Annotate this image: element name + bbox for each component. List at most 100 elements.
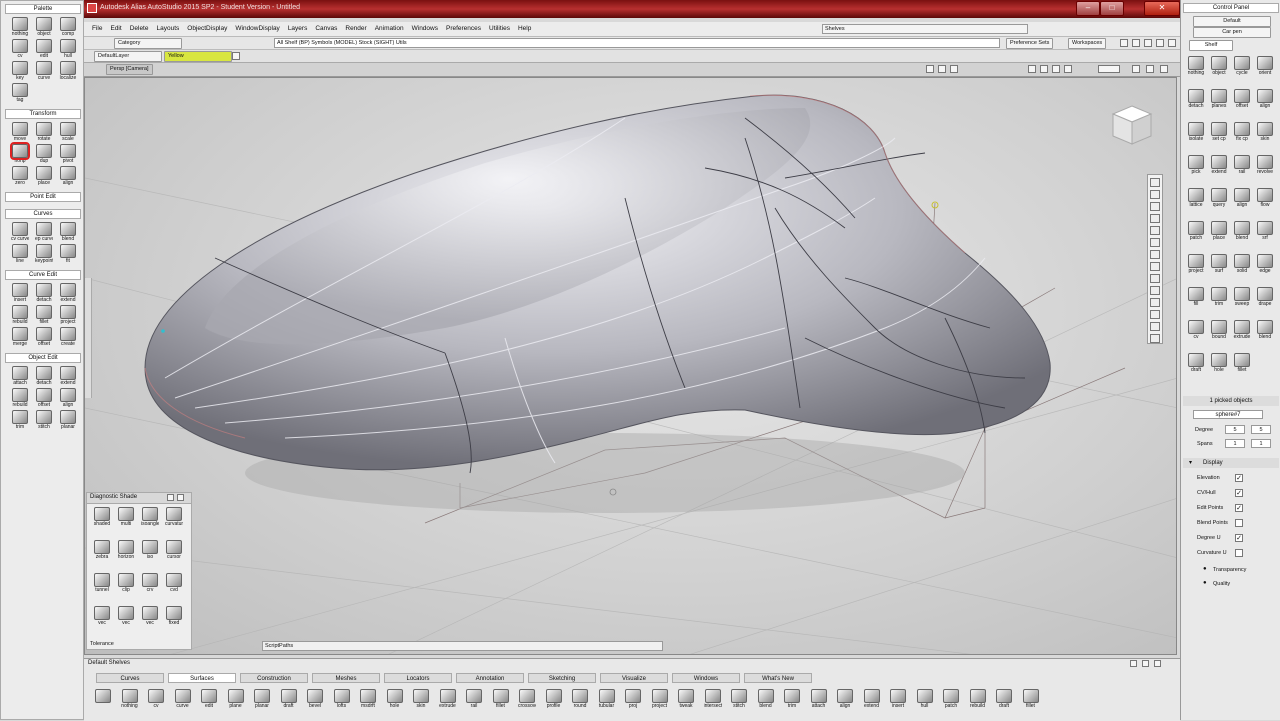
toolbox-field[interactable]: All Shelf (BP) Symbols (MODEL) Stock (SI… bbox=[274, 38, 1000, 48]
tool-button[interactable]: edit bbox=[200, 689, 218, 709]
tool-button[interactable]: comp bbox=[59, 17, 77, 37]
tool-button[interactable]: trim bbox=[11, 410, 29, 430]
degree-v[interactable]: 5 bbox=[1251, 425, 1271, 434]
view-tool-icon[interactable] bbox=[1150, 178, 1160, 187]
tool-button[interactable]: curve bbox=[174, 689, 192, 709]
tool-button[interactable]: isolate bbox=[1187, 122, 1205, 142]
tool-button[interactable]: cv bbox=[147, 689, 165, 709]
tool-button[interactable]: rail bbox=[1233, 155, 1251, 175]
tool-button[interactable]: vec bbox=[117, 606, 135, 626]
tool-button[interactable]: scale bbox=[59, 122, 77, 142]
display-checkbox[interactable]: ✓ bbox=[1235, 534, 1243, 542]
tool-button[interactable]: keypoint bbox=[35, 244, 53, 264]
menu-item[interactable]: Utilities bbox=[485, 22, 514, 36]
palette-group-header[interactable]: Object Edit bbox=[5, 353, 81, 363]
palette-group-header[interactable]: Point Edit bbox=[5, 192, 81, 202]
tool-button[interactable]: round bbox=[571, 689, 589, 709]
menu-item[interactable]: ObjectDisplay bbox=[183, 22, 231, 36]
minimize-button[interactable]: – bbox=[1076, 1, 1100, 16]
menu-item[interactable]: Layers bbox=[284, 22, 312, 36]
tool-button[interactable]: nothing bbox=[11, 17, 29, 37]
tool-button[interactable]: dup bbox=[35, 144, 53, 164]
tool-button[interactable]: create bbox=[59, 327, 77, 347]
tool-button[interactable]: align bbox=[836, 689, 854, 709]
tool-button[interactable]: tubular bbox=[598, 689, 616, 709]
tool-button[interactable]: nothing bbox=[121, 689, 139, 709]
view-tool-icon[interactable] bbox=[1150, 238, 1160, 247]
tool-button[interactable]: hull bbox=[59, 39, 77, 59]
view-cube[interactable] bbox=[1109, 102, 1155, 148]
tool-button[interactable]: skin bbox=[1256, 122, 1274, 142]
tool-button[interactable]: cursor bbox=[165, 540, 183, 560]
tool-button[interactable]: vec bbox=[141, 606, 159, 626]
shelf-tab[interactable]: Shelf bbox=[1189, 40, 1233, 51]
tool-button[interactable]: shaded bbox=[93, 507, 111, 527]
tool-button[interactable]: detach bbox=[35, 283, 53, 303]
menu-item[interactable]: Animation bbox=[371, 22, 408, 36]
tool-button[interactable]: extrude bbox=[1233, 320, 1251, 340]
palette-group-header[interactable]: Curve Edit bbox=[5, 270, 81, 280]
tool-button[interactable]: offset bbox=[1233, 89, 1251, 109]
tool-button[interactable]: lofts bbox=[333, 689, 351, 709]
layout-icon-3[interactable] bbox=[1144, 39, 1152, 47]
tool-button[interactable]: cv curve bbox=[11, 222, 29, 242]
layout-icon-5[interactable] bbox=[1168, 39, 1176, 47]
shelf-tab-item[interactable]: Sketching bbox=[528, 673, 596, 683]
tool-button[interactable]: object bbox=[1210, 56, 1228, 76]
view-tool-icon[interactable] bbox=[1150, 262, 1160, 271]
palette-group-header[interactable]: Transform bbox=[5, 109, 81, 119]
tool-button[interactable]: intersect bbox=[704, 689, 722, 709]
tool-button[interactable]: cv bbox=[1187, 320, 1205, 340]
tool-button[interactable]: rail bbox=[465, 689, 483, 709]
layout-icon-2[interactable] bbox=[1132, 39, 1140, 47]
tool-button[interactable]: extend bbox=[863, 689, 881, 709]
display-section-header[interactable]: ▾ Display bbox=[1183, 458, 1279, 468]
display-checkbox[interactable]: ✓ bbox=[1235, 474, 1243, 482]
default-dropdown[interactable]: Default bbox=[1193, 16, 1271, 27]
tool-button[interactable]: plane bbox=[227, 689, 245, 709]
tool-button[interactable]: msdrft bbox=[359, 689, 377, 709]
tool-button[interactable]: rebuild bbox=[969, 689, 987, 709]
tool-button[interactable]: blend bbox=[59, 222, 77, 242]
tool-button[interactable]: flow bbox=[1256, 188, 1274, 208]
tool-button[interactable]: lattice bbox=[1187, 188, 1205, 208]
shelf-tab-item[interactable]: Visualize bbox=[600, 673, 668, 683]
display-checkbox[interactable] bbox=[1235, 549, 1243, 557]
tool-button[interactable]: place bbox=[1210, 221, 1228, 241]
close-button[interactable]: ✕ bbox=[1144, 1, 1180, 16]
tool-button[interactable]: patch bbox=[1187, 221, 1205, 241]
tool-button[interactable]: proj bbox=[624, 689, 642, 709]
tool-button[interactable] bbox=[94, 689, 112, 703]
tool-button[interactable]: pick bbox=[1187, 155, 1205, 175]
tool-button[interactable]: planar bbox=[59, 410, 77, 430]
tool-button[interactable]: blend bbox=[757, 689, 775, 709]
tool-button[interactable]: hole bbox=[386, 689, 404, 709]
view-tool-icon[interactable] bbox=[1150, 322, 1160, 331]
layout-icon-4[interactable] bbox=[1156, 39, 1164, 47]
tool-button[interactable]: stitch bbox=[35, 410, 53, 430]
script-paths-field[interactable]: ScriptPaths bbox=[262, 641, 663, 651]
tool-button[interactable]: tag bbox=[11, 83, 29, 103]
tool-button[interactable]: set cp bbox=[1210, 122, 1228, 142]
maximize-button[interactable]: □ bbox=[1100, 1, 1124, 16]
tool-button[interactable]: bevel bbox=[306, 689, 324, 709]
tool-button[interactable]: project bbox=[1187, 254, 1205, 274]
tool-button[interactable]: revolve bbox=[1256, 155, 1274, 175]
tool-button[interactable]: fillet bbox=[35, 305, 53, 325]
viewport-tab[interactable]: Persp [Camera] bbox=[106, 64, 153, 75]
tool-button[interactable]: fillet bbox=[1022, 689, 1040, 709]
tool-button[interactable]: clip bbox=[117, 573, 135, 593]
viewport-icon-7[interactable] bbox=[1064, 65, 1072, 73]
menu-item[interactable]: Layouts bbox=[152, 22, 183, 36]
display-checkbox[interactable] bbox=[1235, 519, 1243, 527]
tool-button[interactable]: cv bbox=[11, 39, 29, 59]
viewport-icon-3[interactable] bbox=[950, 65, 958, 73]
view-tool-icon[interactable] bbox=[1150, 334, 1160, 343]
tool-button[interactable]: align bbox=[1256, 89, 1274, 109]
view-tool-icon[interactable] bbox=[1150, 250, 1160, 259]
tool-button[interactable]: draft bbox=[995, 689, 1013, 709]
tool-button[interactable]: cycle bbox=[1233, 56, 1251, 76]
display-checkbox[interactable]: ✓ bbox=[1235, 504, 1243, 512]
layer-add-icon[interactable] bbox=[232, 52, 240, 60]
shelf-tab-item[interactable]: What's New bbox=[744, 673, 812, 683]
